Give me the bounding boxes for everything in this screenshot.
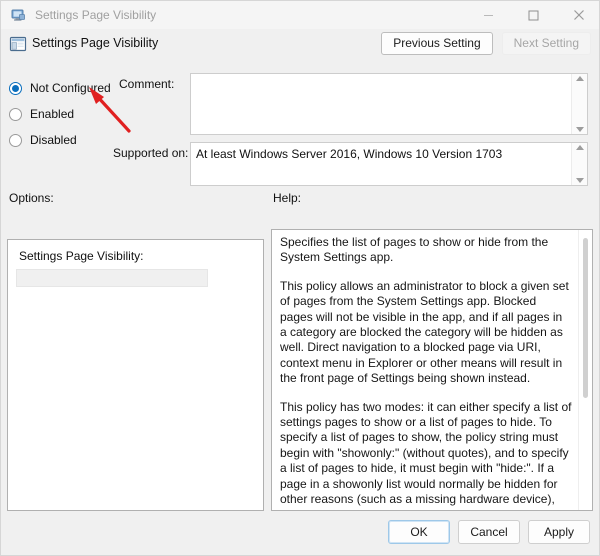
window-title: Settings Page Visibility <box>35 8 157 22</box>
group-policy-setting-dialog: Settings Page Visibility Settings Page V… <box>0 0 600 556</box>
close-icon[interactable] <box>556 1 599 29</box>
dialog-buttons: OK Cancel Apply <box>388 520 590 544</box>
help-scrollbar-thumb[interactable] <box>583 238 588 398</box>
scroll-up-icon[interactable] <box>575 76 584 81</box>
supported-on-textarea[interactable]: At least Windows Server 2016, Windows 10… <box>190 142 588 186</box>
apply-button[interactable]: Apply <box>528 520 590 544</box>
radio-disabled[interactable]: Disabled <box>9 127 119 153</box>
help-section-label: Help: <box>273 191 302 205</box>
help-paragraph: This policy has two modes: it can either… <box>280 399 572 510</box>
radio-not-configured-indicator[interactable] <box>9 81 22 95</box>
comment-label: Comment: <box>119 77 175 91</box>
radio-not-configured-label: Not Configured <box>30 81 111 95</box>
supported-on-value: At least Windows Server 2016, Windows 10… <box>196 147 503 161</box>
maximize-icon[interactable] <box>511 1 556 29</box>
radio-disabled-label: Disabled <box>30 133 77 147</box>
radio-enabled-indicator[interactable] <box>9 107 22 121</box>
help-pane: Specifies the list of pages to show or h… <box>271 229 593 511</box>
options-section-label: Options: <box>9 191 54 205</box>
policy-state-group: Not Configured Enabled Disabled <box>9 75 119 153</box>
policy-setting-icon <box>9 35 27 53</box>
ok-button[interactable]: OK <box>388 520 450 544</box>
comment-scrollbar[interactable] <box>571 74 587 134</box>
scroll-down-icon[interactable] <box>575 127 584 132</box>
titlebar: Settings Page Visibility <box>1 1 599 29</box>
help-scrollbar[interactable] <box>578 230 592 510</box>
help-paragraph: Specifies the list of pages to show or h… <box>280 235 549 265</box>
supported-on-scrollbar[interactable] <box>571 143 587 185</box>
help-paragraph: This policy allows an administrator to b… <box>280 278 569 386</box>
help-text: Specifies the list of pages to show or h… <box>280 235 572 510</box>
scroll-down-icon[interactable] <box>575 178 584 183</box>
minimize-icon[interactable] <box>466 1 511 29</box>
supported-on-label: Supported on: <box>113 146 189 160</box>
dialog-footer: OK Cancel Apply <box>1 511 599 555</box>
setting-header: Settings Page Visibility Previous Settin… <box>1 31 599 61</box>
radio-enabled-label: Enabled <box>30 107 75 121</box>
options-pane: Settings Page Visibility: <box>7 239 264 511</box>
radio-disabled-indicator[interactable] <box>9 133 22 147</box>
settings-page-visibility-input <box>16 269 208 287</box>
cancel-button[interactable]: Cancel <box>458 520 520 544</box>
settings-page-visibility-label: Settings Page Visibility: <box>19 249 144 263</box>
radio-not-configured[interactable]: Not Configured <box>9 75 119 101</box>
next-setting-button: Next Setting <box>501 32 591 55</box>
navigation-buttons: Previous Setting Next Setting <box>381 32 591 55</box>
previous-setting-button[interactable]: Previous Setting <box>381 32 493 55</box>
setting-title: Settings Page Visibility <box>32 36 159 50</box>
scroll-up-icon[interactable] <box>575 145 584 150</box>
radio-enabled[interactable]: Enabled <box>9 101 119 127</box>
comment-textarea[interactable] <box>190 73 588 135</box>
monitor-icon <box>10 7 26 23</box>
